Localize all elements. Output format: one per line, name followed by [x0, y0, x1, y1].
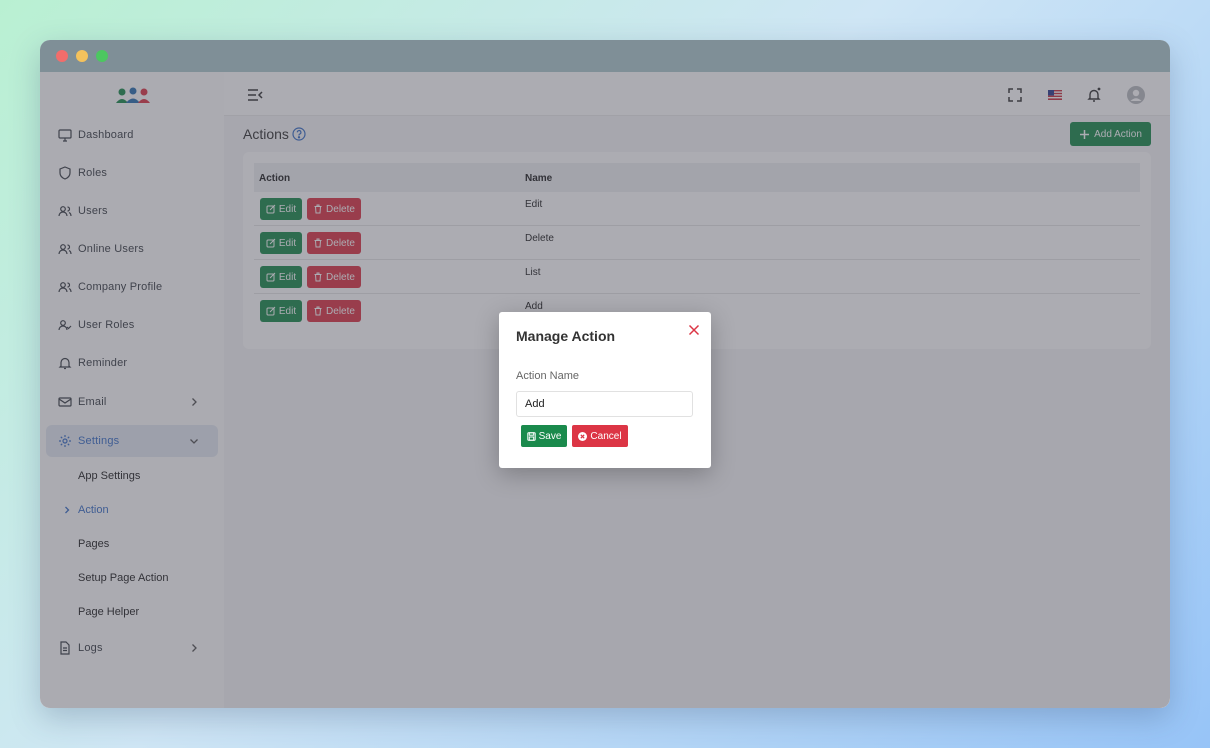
manage-action-modal: Manage Action Action Name Save Cancel	[499, 312, 711, 468]
title-bar	[40, 40, 1170, 72]
close-icon[interactable]	[688, 324, 700, 336]
action-name-label: Action Name	[516, 370, 579, 382]
cancel-label: Cancel	[590, 430, 622, 442]
save-button[interactable]: Save	[521, 425, 567, 447]
minimize-window-button[interactable]	[76, 50, 88, 62]
cancel-button[interactable]: Cancel	[572, 425, 628, 447]
action-name-input[interactable]	[516, 391, 693, 417]
save-label: Save	[538, 430, 562, 442]
floppy-disk-icon	[526, 431, 536, 441]
maximize-window-button[interactable]	[96, 50, 108, 62]
close-window-button[interactable]	[56, 50, 68, 62]
modal-title: Manage Action	[516, 328, 616, 344]
cancel-circle-icon	[578, 431, 588, 441]
